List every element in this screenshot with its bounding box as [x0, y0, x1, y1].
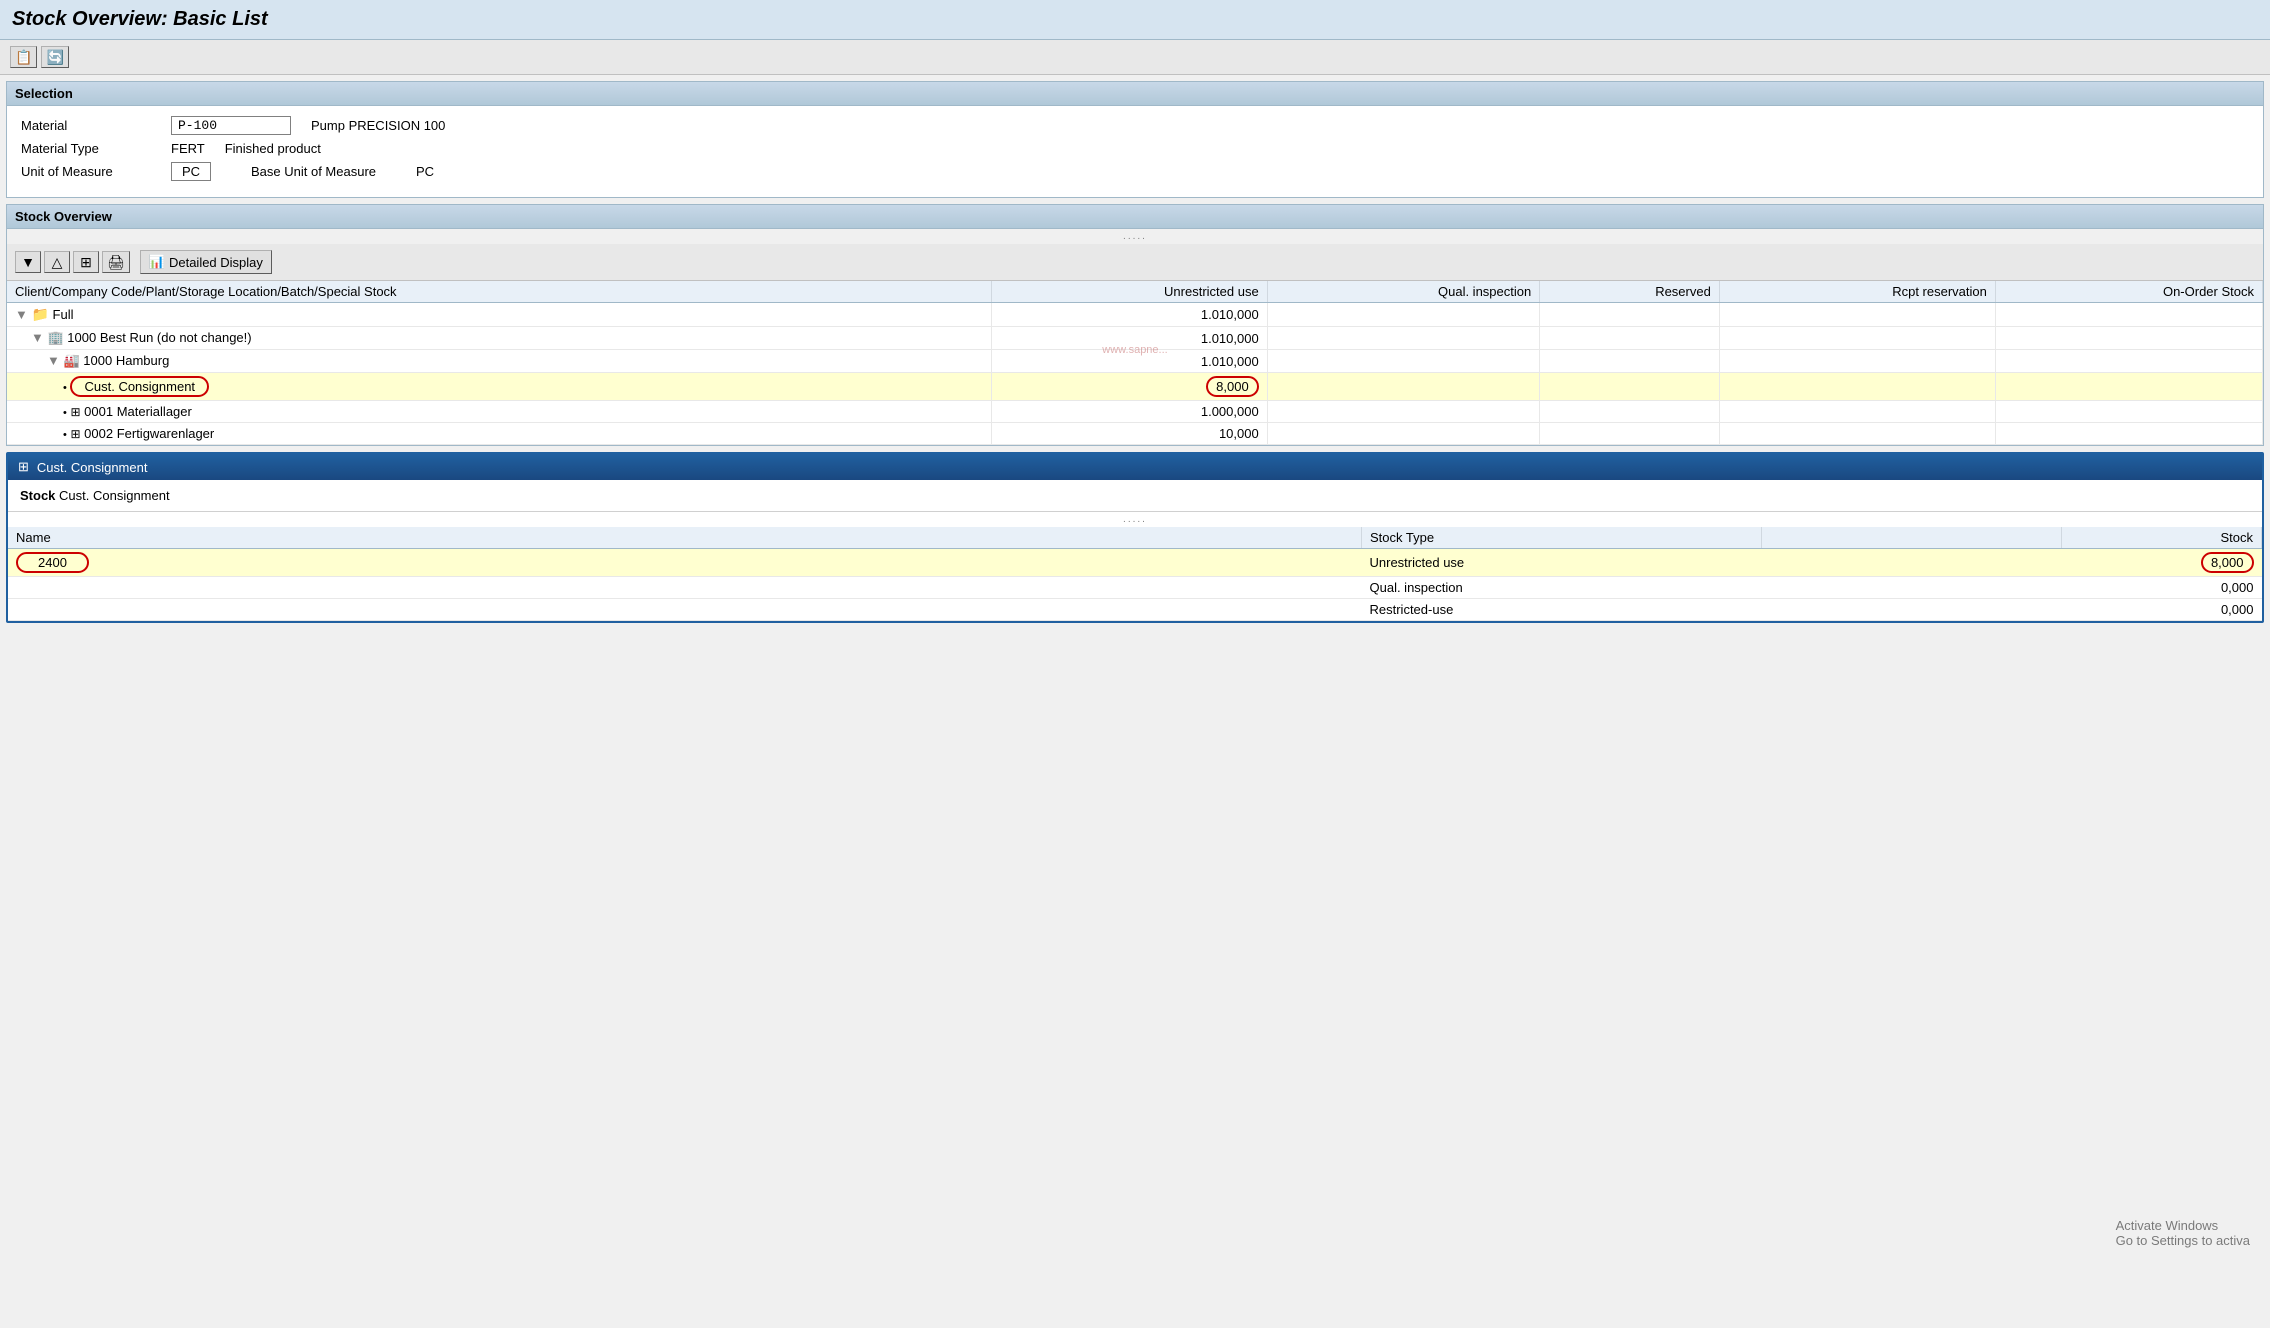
material-desc: Pump PRECISION 100	[311, 118, 445, 133]
table-row[interactable]: ▼ 📁 Full 1.010,000	[7, 303, 2263, 327]
drag-handle-detail: .....	[8, 512, 2262, 527]
detail-stock-label-row: Stock Cust. Consignment	[8, 480, 2262, 512]
row-unrestricted: 8,000	[991, 373, 1267, 401]
detail-row-stock: 8,000	[2062, 549, 2262, 577]
material-row: Material P-100 Pump PRECISION 100	[21, 116, 2249, 135]
title-bar: Stock Overview: Basic List	[0, 0, 2270, 40]
detail-row-stock-type: Restricted-use	[1362, 599, 1762, 621]
detail-header: ⊞ Cust. Consignment	[8, 454, 2262, 480]
detail-header-icon: ⊞	[18, 459, 29, 475]
detailed-display-btn[interactable]: 📊 Detailed Display	[140, 250, 272, 274]
table-row[interactable]: ▼ 🏭 1000 Hamburg 1.010,000	[7, 350, 2263, 373]
top-toolbar: 📋 🔄	[0, 40, 2270, 75]
detail-col-stock: Stock	[2062, 527, 2262, 549]
row-onorder	[1995, 303, 2262, 327]
selection-header: Selection	[7, 82, 2263, 106]
row-label: • ⊞ 0002 Fertigwarenlager	[7, 423, 991, 445]
detail-row-name: 2400	[8, 549, 1362, 577]
detail-col-name: Name	[8, 527, 1362, 549]
filter-icon-btn[interactable]: ▼	[15, 251, 41, 273]
detail-body: Stock Cust. Consignment ..... Name Stock…	[8, 480, 2262, 621]
row-reserved	[1540, 303, 1720, 327]
detail-row-name	[8, 599, 1362, 621]
stock-overview-panel: Stock Overview ..... ▼ △ ⊞ 🖨 📊 Detailed …	[6, 204, 2264, 446]
detail-stock-value: Cust. Consignment	[59, 488, 170, 503]
col-reserved: Reserved	[1540, 281, 1720, 303]
selection-body: Material P-100 Pump PRECISION 100 Materi…	[7, 106, 2263, 197]
table-row[interactable]: ▼ 🏢 1000 Best Run (do not change!) 1.010…	[7, 327, 2263, 350]
stock-table-container: www.sapne... Client/Company Code/Plant/S…	[7, 281, 2263, 445]
material-type-label: Material Type	[21, 141, 171, 156]
detail-table-row[interactable]: Restricted-use 0,000	[8, 599, 2262, 621]
detail-col-empty	[1762, 527, 2062, 549]
row-unrestricted: 1.000,000	[991, 401, 1267, 423]
sort-asc-icon-btn[interactable]: △	[44, 251, 70, 273]
unit-of-measure-row: Unit of Measure PC Base Unit of Measure …	[21, 162, 2249, 181]
row-label: • Cust. Consignment	[7, 373, 991, 401]
detail-row-stock-type: Unrestricted use	[1362, 549, 1762, 577]
columns-icon-btn[interactable]: ⊞	[73, 251, 99, 273]
col-qual-inspection: Qual. inspection	[1267, 281, 1540, 303]
table-row-cust-consignment[interactable]: • Cust. Consignment 8,000	[7, 373, 2263, 401]
detail-row-stock: 0,000	[2062, 577, 2262, 599]
row-qual	[1267, 303, 1540, 327]
detail-table-container: Name Stock Type Stock 2400 Unrestricted …	[8, 527, 2262, 621]
unit-of-measure-label: Unit of Measure	[21, 164, 171, 179]
detail-row-empty	[1762, 577, 2062, 599]
detail-panel: ⊞ Cust. Consignment Stock Cust. Consignm…	[6, 452, 2264, 623]
row-unrestricted: 1.010,000	[991, 303, 1267, 327]
material-type-row: Material Type FERT Finished product	[21, 141, 2249, 156]
detail-header-label: Cust. Consignment	[37, 460, 148, 475]
col-client: Client/Company Code/Plant/Storage Locati…	[7, 281, 991, 303]
col-unrestricted: Unrestricted use	[991, 281, 1267, 303]
base-unit-value: PC	[416, 164, 434, 179]
row-label: ▼ 🏢 1000 Best Run (do not change!)	[7, 327, 991, 350]
material-label: Material	[21, 118, 171, 133]
col-rcpt-reservation: Rcpt reservation	[1719, 281, 1995, 303]
detailed-display-label: Detailed Display	[169, 255, 263, 270]
stock-overview-header: Stock Overview	[7, 205, 2263, 229]
detail-row-stock: 0,000	[2062, 599, 2262, 621]
selection-panel: Selection Material P-100 Pump PRECISION …	[6, 81, 2264, 198]
detail-table-header-row: Name Stock Type Stock	[8, 527, 2262, 549]
detail-table: Name Stock Type Stock 2400 Unrestricted …	[8, 527, 2262, 621]
detail-col-stock-type: Stock Type	[1362, 527, 1762, 549]
material-type-value: FERT	[171, 141, 205, 156]
row-label: • ⊞ 0001 Materiallager	[7, 401, 991, 423]
detail-table-row[interactable]: 2400 Unrestricted use 8,000	[8, 549, 2262, 577]
table-row[interactable]: • ⊞ 0001 Materiallager 1.000,000	[7, 401, 2263, 423]
stock-toolbar: ▼ △ ⊞ 🖨 📊 Detailed Display	[7, 244, 2263, 281]
detail-row-empty	[1762, 599, 2062, 621]
drag-handle-top: .....	[7, 229, 2263, 244]
row-label: ▼ 📁 Full	[7, 303, 991, 327]
row-rcpt	[1719, 303, 1995, 327]
detail-table-row[interactable]: Qual. inspection 0,000	[8, 577, 2262, 599]
table-row[interactable]: • ⊞ 0002 Fertigwarenlager 10,000	[7, 423, 2263, 445]
detail-row-empty	[1762, 549, 2062, 577]
stock-table-header-row: Client/Company Code/Plant/Storage Locati…	[7, 281, 2263, 303]
page-title: Stock Overview: Basic List	[12, 8, 2258, 31]
detail-row-name	[8, 577, 1362, 599]
base-unit-label: Base Unit of Measure	[251, 164, 376, 179]
cust-consignment-label: Cust. Consignment	[70, 376, 209, 397]
row-unrestricted: 10,000	[991, 423, 1267, 445]
stock-table: Client/Company Code/Plant/Storage Locati…	[7, 281, 2263, 445]
row-unrestricted: 1.010,000	[991, 350, 1267, 373]
clipboard-icon-btn[interactable]: 📋	[10, 46, 37, 68]
material-type-desc: Finished product	[225, 141, 321, 156]
print-icon-btn[interactable]: 🖨	[102, 251, 130, 273]
detailed-display-icon: 📊	[149, 254, 165, 270]
material-value: P-100	[171, 116, 291, 135]
detail-row-stock-type: Qual. inspection	[1362, 577, 1762, 599]
row-unrestricted: 1.010,000	[991, 327, 1267, 350]
win-activate-text: Activate Windows Go to Settings to activ…	[2116, 1218, 2250, 1248]
detail-stock-key: Stock	[20, 488, 55, 503]
unit-of-measure-value: PC	[171, 162, 211, 181]
row-label: ▼ 🏭 1000 Hamburg	[7, 350, 991, 373]
refresh-icon-btn[interactable]: 🔄	[41, 46, 68, 68]
col-on-order: On-Order Stock	[1995, 281, 2262, 303]
